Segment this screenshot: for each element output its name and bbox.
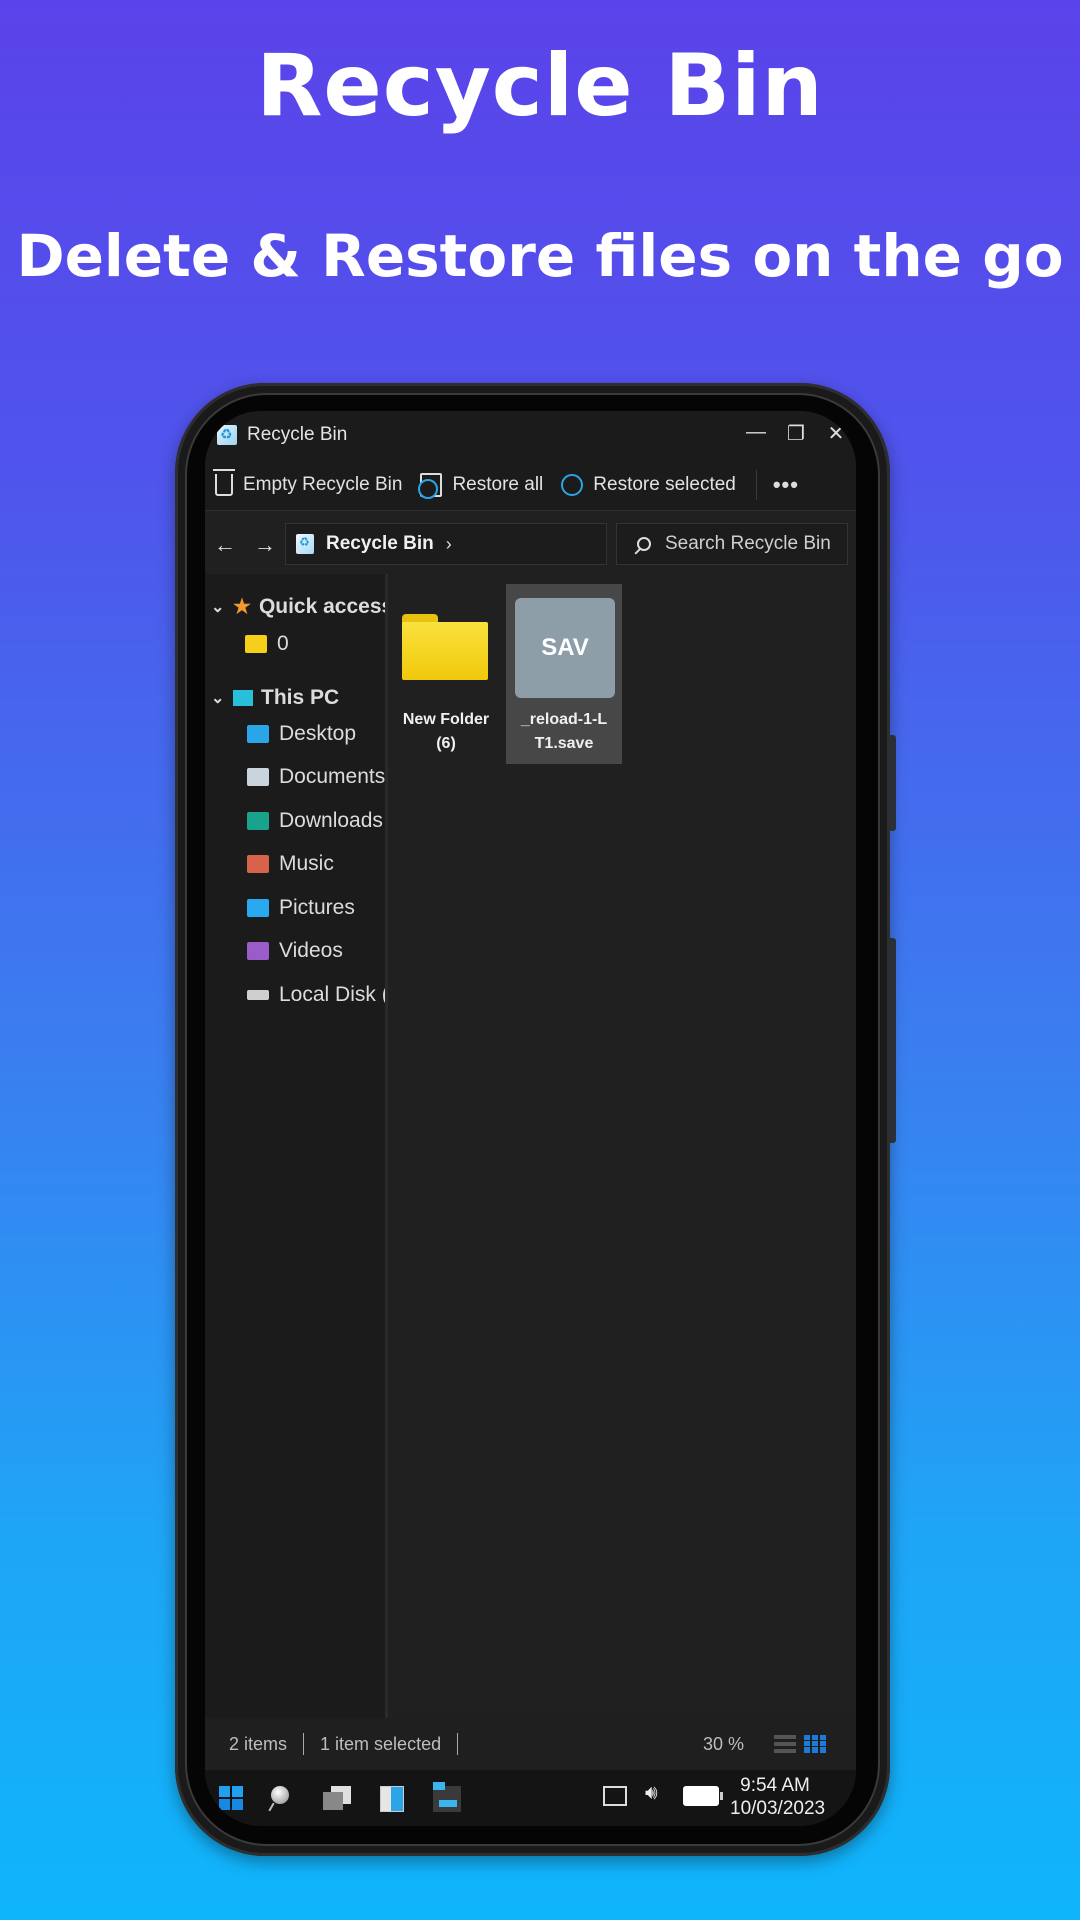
forward-button[interactable]: → — [245, 532, 285, 558]
star-icon: ★ — [233, 596, 251, 618]
monitor-icon — [233, 690, 253, 706]
sidebar-item-documents[interactable]: Documents — [247, 765, 385, 789]
sidebar-label: Videos — [279, 939, 343, 962]
volume-icon[interactable]: 🔊︎ — [645, 1782, 658, 1805]
hero-subtitle: Delete & Restore files on the go — [16, 222, 1064, 290]
sidebar-item-videos[interactable]: Videos — [247, 939, 343, 963]
sidebar-label: This PC — [261, 686, 340, 709]
zoom-level: 30 % — [702, 1733, 744, 1754]
task-view-icon[interactable] — [323, 1786, 353, 1810]
window-title: Recycle Bin — [247, 424, 348, 445]
selection-count: 1 item selected — [320, 1733, 442, 1754]
desktop-icon — [247, 725, 269, 743]
chevron-down-icon[interactable]: ⌄ — [211, 688, 233, 708]
title-bar: Recycle Bin — ❐ ✕ — [205, 411, 856, 459]
videos-icon — [247, 942, 269, 960]
clock-date[interactable]: 10/03/2023 — [730, 1798, 856, 1820]
sidebar-label: 0 — [277, 632, 289, 655]
minimize-button[interactable]: — — [742, 421, 770, 444]
chevron-right-icon[interactable]: › — [446, 534, 452, 555]
search-icon — [637, 537, 651, 551]
network-icon[interactable] — [603, 1786, 627, 1806]
more-options-button[interactable]: ••• — [773, 472, 799, 498]
item-count: 2 items — [229, 1733, 288, 1754]
breadcrumb-recycle-bin[interactable]: Recycle Bin — [326, 533, 434, 555]
grid-view-icon[interactable] — [804, 1735, 826, 1753]
navigation-bar: ← → Recycle Bin › Search Recycle Bin — [205, 523, 856, 567]
file-explorer-icon[interactable] — [433, 1782, 461, 1812]
close-button[interactable]: ✕ — [822, 421, 850, 446]
restore-all-icon — [418, 472, 443, 499]
search-icon[interactable] — [271, 1786, 289, 1804]
documents-icon — [247, 768, 269, 786]
restore-icon — [561, 473, 584, 496]
phone-frame: Recycle Bin — ❐ ✕ Empty Recycle Bin Rest… — [175, 383, 896, 1856]
file-item-folder[interactable]: New Folder (6) — [388, 584, 504, 764]
downloads-icon — [247, 812, 269, 830]
sidebar-label: Quick access — [258, 594, 385, 618]
battery-icon[interactable] — [683, 1786, 723, 1806]
sidebar-item-desktop[interactable]: Desktop — [247, 722, 356, 746]
sidebar-item-this-pc[interactable]: ⌄ This PC — [211, 686, 339, 710]
file-item-save[interactable]: SAV _reload-1-L T1.save — [506, 584, 622, 764]
navigation-pane: ⌄ ★ Quick access 0 ⌄ This PC Desktop Doc… — [205, 574, 385, 1718]
maximize-button[interactable]: ❐ — [782, 421, 810, 446]
start-icon[interactable] — [219, 1786, 243, 1810]
sidebar-item-music[interactable]: Music — [247, 852, 334, 876]
music-icon — [247, 855, 269, 873]
volume-button — [890, 938, 896, 1143]
file-explorer-window: Recycle Bin — ❐ ✕ Empty Recycle Bin Rest… — [205, 411, 856, 1826]
sidebar-label: Music — [279, 852, 334, 875]
disk-icon — [247, 990, 269, 1000]
recycle-bin-icon — [296, 534, 314, 554]
sidebar-label: Pictures — [279, 896, 355, 919]
back-button[interactable]: ← — [205, 532, 245, 558]
toolbar-divider — [755, 469, 757, 500]
trash-icon — [213, 468, 235, 496]
empty-recycle-bin-label: Empty Recycle Bin — [243, 473, 403, 495]
sidebar-item-folder-0[interactable]: 0 — [245, 632, 289, 656]
command-bar: Empty Recycle Bin Restore all Restore se… — [205, 459, 856, 511]
details-view-icon[interactable] — [774, 1735, 796, 1753]
sidebar-item-downloads[interactable]: Downloads — [247, 809, 383, 833]
sidebar-label: Local Disk (C:) — [279, 983, 385, 1006]
widgets-icon[interactable] — [380, 1786, 404, 1812]
address-bar[interactable]: Recycle Bin › — [285, 523, 607, 565]
search-placeholder: Search Recycle Bin — [665, 533, 831, 554]
file-name: _reload-1-L T1.save — [520, 711, 608, 752]
hero-title: Recycle Bin — [256, 36, 824, 136]
folder-icon — [245, 635, 267, 653]
file-list: New Folder (6) SAV _reload-1-L T1.save — [385, 574, 856, 1718]
file-name: New Folder (6) — [402, 711, 490, 752]
sidebar-item-quick-access[interactable]: ⌄ ★ Quick access — [211, 594, 385, 619]
restore-all-label: Restore all — [452, 473, 544, 495]
folder-icon — [402, 614, 488, 680]
status-divider — [303, 1733, 305, 1755]
status-divider — [457, 1733, 459, 1755]
empty-recycle-bin-button[interactable]: Empty Recycle Bin — [213, 468, 403, 496]
restore-selected-label: Restore selected — [593, 473, 736, 495]
sidebar-item-pictures[interactable]: Pictures — [247, 896, 355, 920]
restore-selected-button[interactable]: Restore selected — [561, 473, 736, 496]
pictures-icon — [247, 899, 269, 917]
sidebar-item-local-disk[interactable]: Local Disk (C:) — [247, 983, 385, 1007]
taskbar: 🔊︎ 9:54 AM 10/03/2023 — [205, 1770, 856, 1826]
sav-file-icon: SAV — [515, 598, 615, 698]
status-bar: 2 items 1 item selected 30 % — [205, 1718, 856, 1770]
power-button — [890, 735, 896, 831]
search-input[interactable]: Search Recycle Bin — [616, 523, 848, 565]
restore-all-button[interactable]: Restore all — [418, 472, 544, 499]
sidebar-label: Desktop — [279, 722, 357, 745]
chevron-down-icon[interactable]: ⌄ — [211, 597, 233, 617]
sidebar-label: Downloads — [279, 809, 383, 832]
sidebar-label: Documents — [279, 765, 385, 788]
clock-time[interactable]: 9:54 AM — [720, 1774, 830, 1798]
recycle-bin-icon — [217, 425, 237, 445]
